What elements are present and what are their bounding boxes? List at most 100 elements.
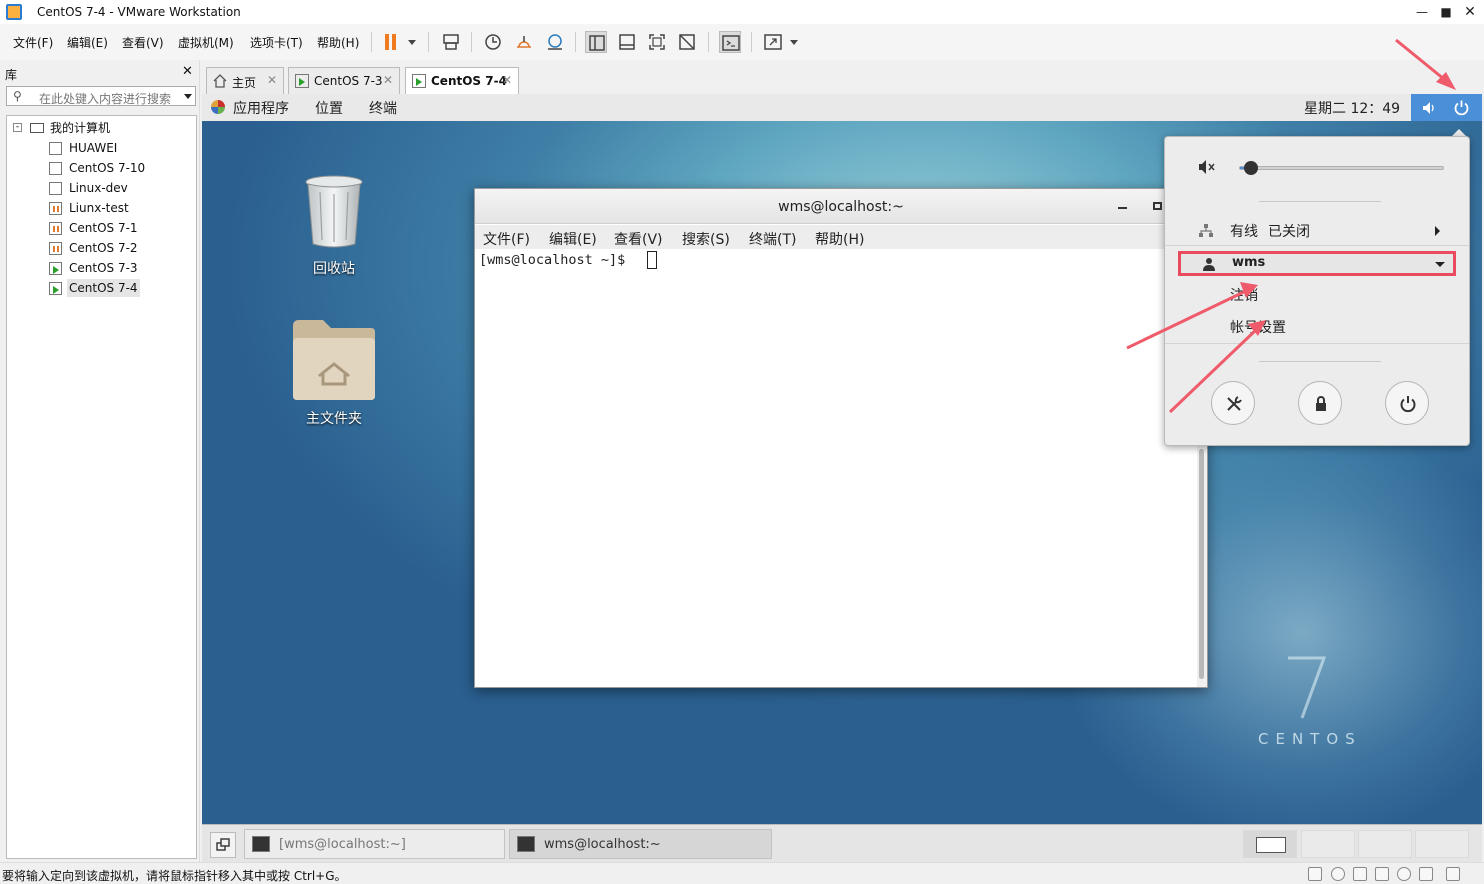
centos-brand-text: CENTOS bbox=[1258, 730, 1362, 748]
tab-label: 主页 bbox=[232, 76, 257, 90]
terminal-scrollbar-thumb[interactable] bbox=[1199, 449, 1204, 679]
terminal-body[interactable]: [wms@localhost ~]$ bbox=[475, 249, 1197, 687]
display-icon[interactable] bbox=[1419, 867, 1433, 881]
workspace-4[interactable] bbox=[1415, 830, 1469, 858]
tree-vm-item[interactable]: HUAWEI bbox=[49, 139, 189, 157]
terminal-titlebar[interactable]: wms@localhost:~ bbox=[475, 189, 1207, 224]
vm-paused-icon bbox=[49, 242, 62, 255]
account-settings-item[interactable]: 帐号设置 bbox=[1230, 317, 1286, 337]
menu-tabs[interactable]: 选项卡(T) bbox=[250, 34, 303, 51]
network-row[interactable]: 有线 已关闭 bbox=[1165, 215, 1469, 245]
snapshot-icon[interactable] bbox=[482, 31, 504, 53]
library-view-icon[interactable] bbox=[585, 31, 607, 53]
console-icon[interactable] bbox=[719, 31, 741, 53]
system-status-area[interactable] bbox=[1411, 94, 1482, 121]
gnome-menu-terminal[interactable]: 终端 bbox=[369, 98, 397, 118]
tab-home[interactable]: 主页 ✕ bbox=[206, 67, 284, 94]
settings-button[interactable] bbox=[1211, 381, 1255, 425]
volume-slider[interactable] bbox=[1239, 166, 1444, 170]
tab-centos-7-4[interactable]: CentOS 7-4 ✕ bbox=[405, 67, 519, 95]
gnome-menu-places[interactable]: 位置 bbox=[315, 98, 343, 118]
unity-icon[interactable] bbox=[676, 31, 698, 53]
terminal-icon bbox=[517, 836, 535, 852]
cd-dvd-icon[interactable] bbox=[1331, 867, 1345, 881]
show-desktop-button[interactable] bbox=[210, 832, 236, 858]
volume-muted-icon[interactable] bbox=[1198, 159, 1216, 175]
home-folder-icon[interactable] bbox=[291, 318, 377, 402]
menu-vm[interactable]: 虚拟机(M) bbox=[178, 34, 234, 51]
taskbar-window-item[interactable]: [wms@localhost:~] bbox=[244, 829, 505, 859]
tree-vm-item[interactable]: CentOS 7-3 bbox=[49, 259, 189, 277]
trash-icon[interactable] bbox=[302, 172, 366, 250]
tab-label: CentOS 7-4 bbox=[431, 74, 507, 88]
menu-separator bbox=[1165, 245, 1469, 246]
menu-edit[interactable]: 编辑(E) bbox=[67, 34, 108, 51]
taskbar-window-item-active[interactable]: wms@localhost:~ bbox=[509, 829, 772, 859]
gnome-top-bar: 应用程序 位置 终端 星期二 12：49 bbox=[202, 94, 1482, 121]
terminal-minimize-icon[interactable] bbox=[1118, 207, 1127, 209]
user-menu-row[interactable]: wms bbox=[1178, 251, 1456, 276]
tree-vm-item[interactable]: CentOS 7-10 bbox=[49, 159, 189, 177]
user-name: wms bbox=[1232, 255, 1266, 270]
lock-icon bbox=[1316, 396, 1326, 411]
menu-help[interactable]: 帮助(H) bbox=[317, 34, 359, 51]
tree-vm-item[interactable]: Linux-dev bbox=[49, 179, 189, 197]
tree-vm-item-selected[interactable]: CentOS 7-4 bbox=[49, 279, 189, 297]
home-icon bbox=[213, 74, 227, 88]
fullscreen-icon[interactable] bbox=[646, 31, 668, 53]
vm-display[interactable]: CENTOS 应用程序 位置 终端 星期二 12：49 回收站 主文件夹 wms… bbox=[202, 94, 1482, 824]
logout-item[interactable]: 注销 bbox=[1230, 285, 1258, 305]
close-icon[interactable]: ✕ bbox=[1461, 3, 1479, 21]
maximize-icon[interactable]: ■ bbox=[1437, 3, 1455, 21]
lock-button[interactable] bbox=[1298, 381, 1342, 425]
terminal-menu-file[interactable]: 文件(F) bbox=[483, 229, 530, 249]
menu-file[interactable]: 文件(F) bbox=[13, 34, 53, 51]
library-title: 库 bbox=[5, 68, 18, 82]
revert-snapshot-icon[interactable] bbox=[513, 31, 535, 53]
power-off-button[interactable] bbox=[1385, 381, 1429, 425]
workspace-3[interactable] bbox=[1358, 830, 1412, 858]
workspace-1[interactable] bbox=[1243, 830, 1297, 858]
menu-view[interactable]: 查看(V) bbox=[122, 34, 164, 51]
tab-close-icon[interactable]: ✕ bbox=[267, 73, 277, 87]
terminal-menu-terminal[interactable]: 终端(T) bbox=[749, 229, 796, 249]
notes-icon[interactable] bbox=[1446, 867, 1460, 881]
tab-close-icon[interactable]: ✕ bbox=[502, 73, 512, 87]
terminal-menubar: 文件(F) 编辑(E) 查看(V) 搜索(S) 终端(T) 帮助(H) bbox=[475, 225, 1207, 249]
hard-disk-icon[interactable] bbox=[1308, 867, 1322, 881]
gnome-menu-applications[interactable]: 应用程序 bbox=[233, 98, 289, 118]
volume-slider-handle[interactable] bbox=[1244, 161, 1258, 175]
usb-icon[interactable] bbox=[1397, 867, 1411, 881]
snapshot-manager-icon[interactable] bbox=[544, 31, 566, 53]
taskbar-window-label: wms@localhost:~ bbox=[544, 837, 661, 852]
minimize-icon[interactable]: — bbox=[1413, 3, 1431, 21]
vm-running-icon bbox=[49, 282, 62, 295]
tab-centos-7-3[interactable]: CentOS 7-3 ✕ bbox=[288, 67, 400, 94]
thumbnail-view-icon[interactable] bbox=[616, 31, 638, 53]
network-adapter-icon[interactable] bbox=[1353, 867, 1367, 881]
terminal-maximize-icon[interactable] bbox=[1153, 202, 1162, 210]
tab-close-icon[interactable]: ✕ bbox=[383, 73, 393, 87]
sound-card-icon[interactable] bbox=[1375, 867, 1389, 881]
tree-root-my-computer[interactable]: - 我的计算机 bbox=[13, 119, 193, 137]
send-ctrl-alt-del-icon[interactable] bbox=[440, 31, 462, 53]
terminal-menu-edit[interactable]: 编辑(E) bbox=[549, 229, 597, 249]
tree-vm-item[interactable]: CentOS 7-2 bbox=[49, 239, 189, 257]
library-search-input[interactable]: ⚲ 在此处键入内容进行搜索 bbox=[6, 86, 196, 106]
pause-dropdown-icon[interactable] bbox=[408, 40, 416, 45]
pause-icon[interactable] bbox=[383, 32, 399, 52]
collapse-icon[interactable]: - bbox=[13, 123, 22, 132]
search-icon: ⚲ bbox=[13, 89, 22, 103]
gnome-clock[interactable]: 星期二 12：49 bbox=[1304, 98, 1400, 118]
workspace-2[interactable] bbox=[1301, 830, 1355, 858]
tree-vm-item[interactable]: CentOS 7-1 bbox=[49, 219, 189, 237]
search-dropdown-icon[interactable] bbox=[184, 94, 192, 99]
tree-vm-item[interactable]: Liunx-test bbox=[49, 199, 189, 217]
terminal-menu-search[interactable]: 搜索(S) bbox=[682, 229, 730, 249]
terminal-menu-help[interactable]: 帮助(H) bbox=[815, 229, 864, 249]
stretch-icon[interactable] bbox=[762, 31, 784, 53]
library-close-icon[interactable]: ✕ bbox=[182, 64, 193, 79]
stretch-dropdown-icon[interactable] bbox=[790, 40, 798, 45]
terminal-window[interactable]: wms@localhost:~ 文件(F) 编辑(E) 查看(V) 搜索(S) … bbox=[474, 188, 1208, 688]
terminal-menu-view[interactable]: 查看(V) bbox=[614, 229, 663, 249]
